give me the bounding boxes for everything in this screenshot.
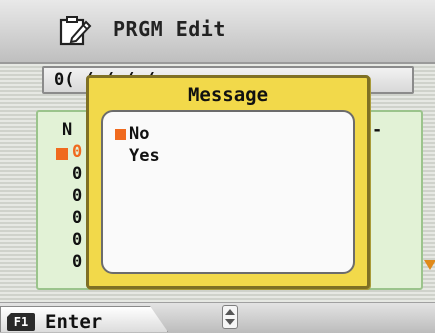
chevron-up-icon <box>225 309 235 315</box>
dialog-title: Message <box>187 84 269 106</box>
list-item: 0 <box>72 230 83 250</box>
list-item: N <box>62 120 73 140</box>
list-item: 0 <box>72 164 83 184</box>
option-no[interactable]: No <box>129 124 149 144</box>
scroll-down-indicator-icon <box>424 260 435 270</box>
f1-label: Enter <box>45 311 103 333</box>
list-item: 0 <box>72 208 83 228</box>
up-down-scroll-icon <box>222 305 238 329</box>
selection-marker-icon <box>115 129 126 140</box>
chevron-down-icon <box>225 319 235 325</box>
list-item: 0 <box>72 142 83 162</box>
screen-title: PRGM Edit <box>113 17 226 41</box>
dialog-options-box: No Yes <box>101 110 355 274</box>
soft-key-bar: F1 Enter <box>0 302 435 333</box>
panel-right-mark: - <box>372 120 383 140</box>
edit-program-icon <box>59 16 92 46</box>
f1-enter-button[interactable]: F1 Enter <box>0 306 168 332</box>
title-bar: PRGM Edit <box>0 0 435 64</box>
f1-key-badge: F1 <box>7 313 35 331</box>
list-item: 0 <box>72 252 83 272</box>
option-yes[interactable]: Yes <box>129 146 160 166</box>
list-item: 0 <box>72 186 83 206</box>
selection-marker-icon <box>56 148 68 160</box>
message-dialog: Message No Yes <box>86 75 370 289</box>
